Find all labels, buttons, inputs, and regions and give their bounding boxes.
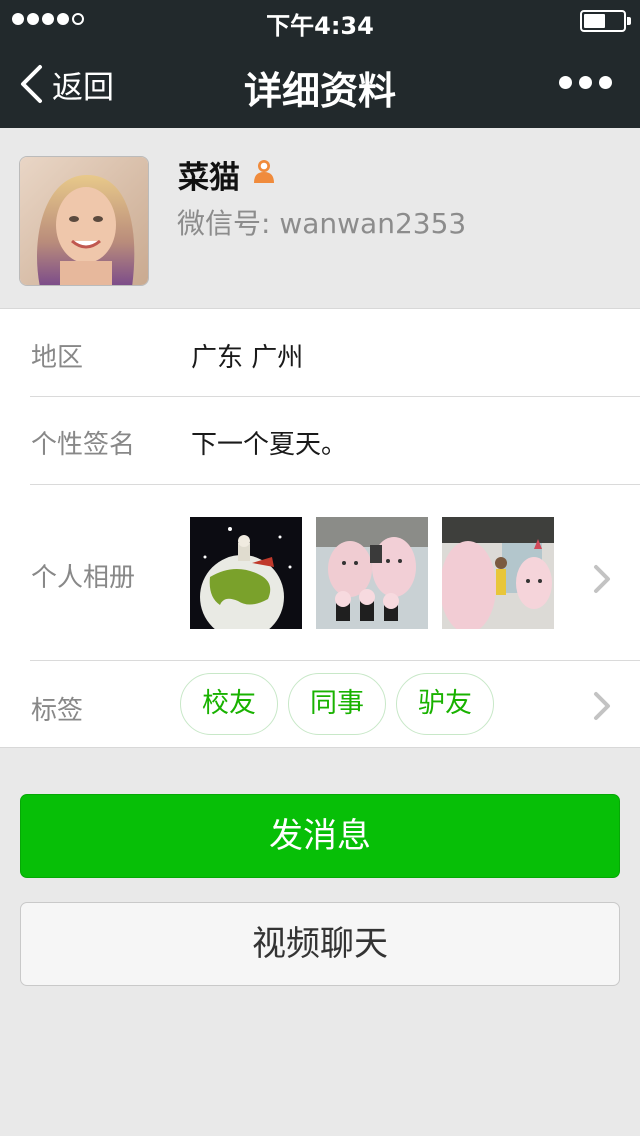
tag-chip[interactable]: 同事 bbox=[288, 673, 386, 735]
chevron-right-icon bbox=[594, 565, 610, 593]
top-bar: 下午4:34 返回 详细资料 bbox=[0, 0, 640, 128]
region-row: 地区 广东 广州 bbox=[0, 309, 640, 396]
details-card: 地区 广东 广州 个性签名 下一个夏天。 个人相册 标签 校友 同事 驴友 bbox=[0, 308, 640, 748]
page-title: 详细资料 bbox=[243, 69, 396, 113]
profile-name: 菜猫 bbox=[178, 160, 240, 196]
status-time: 下午4:34 bbox=[266, 12, 374, 40]
video-chat-button[interactable]: 视频聊天 bbox=[20, 902, 620, 986]
region-label: 地区 bbox=[31, 343, 84, 373]
profile-header: 菜猫 微信号: wanwan2353 bbox=[0, 128, 640, 308]
nav-bar: 返回 详细资料 bbox=[0, 40, 640, 128]
battery-level bbox=[584, 14, 605, 28]
signature-value: 下一个夏天。 bbox=[191, 430, 348, 460]
female-person-icon bbox=[254, 160, 274, 183]
signature-label: 个性签名 bbox=[31, 430, 136, 460]
tags-label: 标签 bbox=[31, 696, 84, 726]
avatar[interactable] bbox=[19, 156, 149, 286]
album-photo-costume[interactable] bbox=[442, 517, 554, 629]
send-message-button[interactable]: 发消息 bbox=[20, 794, 620, 878]
album-photo-globe[interactable] bbox=[190, 517, 302, 629]
tag-chip[interactable]: 驴友 bbox=[396, 673, 494, 735]
region-value: 广东 广州 bbox=[191, 343, 304, 373]
album-photo-plush[interactable] bbox=[316, 517, 428, 629]
battery-tip bbox=[627, 17, 631, 25]
album-label: 个人相册 bbox=[31, 563, 136, 593]
chevron-right-icon bbox=[594, 692, 610, 720]
status-bar: 下午4:34 bbox=[0, 0, 640, 40]
wechat-id: 微信号: wanwan2353 bbox=[177, 207, 467, 240]
battery-icon bbox=[580, 10, 631, 32]
tag-chip[interactable]: 校友 bbox=[180, 673, 278, 735]
more-dots-icon[interactable] bbox=[559, 76, 612, 89]
signature-row: 个性签名 下一个夏天。 bbox=[0, 397, 640, 484]
